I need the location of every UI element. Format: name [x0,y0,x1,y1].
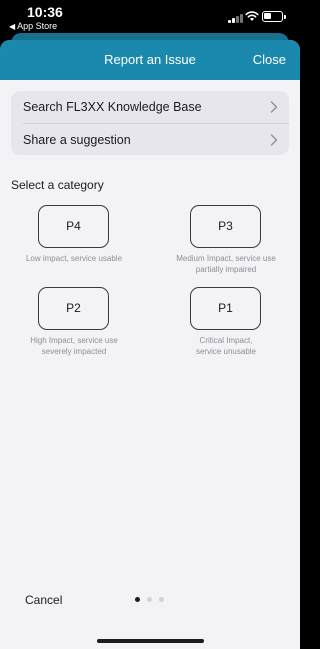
category-p4-button[interactable]: P4 [38,205,109,248]
nav-bar: Report an Issue Close [0,40,300,80]
cancel-button[interactable]: Cancel [25,593,62,607]
content-area [0,80,300,649]
back-to-app-link[interactable]: ◀ App Store [9,21,57,31]
category-p1-description: Critical Impact, service unusable [156,335,296,357]
category-p3-button[interactable]: P3 [190,205,261,248]
chevron-right-icon [270,101,278,113]
battery-icon [262,11,286,22]
menu-item-label: Share a suggestion [23,133,131,147]
description-line: High Impact, service use [30,336,118,345]
description-line: service unusable [195,347,257,356]
menu-group: Search FL3XX Knowledge Base Share a sugg… [11,91,289,155]
chevron-right-icon [270,134,278,146]
cellular-signal-icon [228,13,244,23]
category-heading: Select a category [11,178,104,192]
home-indicator[interactable] [97,639,204,643]
category-p4-description: Low impact, service usable [4,253,144,264]
category-p3-description: Medium Impact, service use partially imp… [156,253,296,275]
page-dot-2 [147,597,152,602]
page-indicator[interactable] [133,597,169,603]
menu-item-label: Search FL3XX Knowledge Base [23,100,202,114]
description-line: Low impact, service usable [25,254,123,263]
category-p1-button[interactable]: P1 [190,287,261,330]
close-button[interactable]: Close [253,52,286,67]
status-bar: 10:36 ◀ App Store [0,0,300,34]
report-issue-sheet: Report an Issue Close Search FL3XX Knowl… [0,40,300,649]
share-suggestion-row[interactable]: Share a suggestion [11,124,289,155]
status-time: 10:36 [27,4,63,20]
page-dot-1 [135,597,140,602]
wifi-icon [245,11,259,21]
category-p2-button[interactable]: P2 [38,287,109,330]
back-triangle-icon: ◀ [9,22,16,31]
description-line: Critical Impact, [199,336,253,345]
page-dot-3 [159,597,164,602]
category-p2-description: High Impact, service use severely impact… [4,335,144,357]
description-line: severely impacted [41,347,107,356]
search-knowledge-base-row[interactable]: Search FL3XX Knowledge Base [11,91,289,124]
back-app-label: App Store [17,21,58,31]
description-line: partially impaired [195,265,257,274]
description-line: Medium Impact, service use [176,254,276,263]
